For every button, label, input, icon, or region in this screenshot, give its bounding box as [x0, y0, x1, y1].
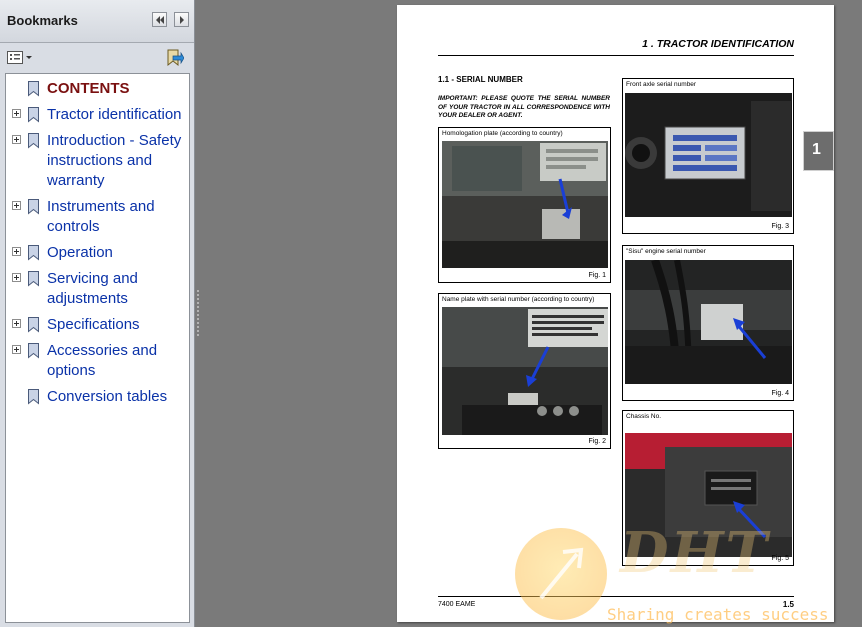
bookmarks-tree: CONTENTS Tractor identification Introduc… — [5, 73, 190, 623]
bookmark-icon — [27, 270, 40, 287]
figure-caption: "Sisu" engine serial number — [626, 248, 706, 255]
figure-number: Fig. 4 — [771, 390, 789, 397]
bookmark-item-accessories[interactable]: Accessories and options — [6, 340, 189, 382]
bookmarks-panel-title: Bookmarks — [7, 13, 78, 28]
expand-toggle-icon[interactable] — [12, 247, 21, 256]
name-plate-photo — [442, 307, 608, 435]
bookmark-label: Conversion tables — [47, 388, 168, 405]
splitter-grip[interactable] — [197, 290, 199, 336]
expand-current-bookmark-button[interactable] — [164, 48, 185, 68]
find-bookmark-icon — [167, 49, 185, 67]
section-divider — [438, 55, 794, 56]
bookmark-icon — [27, 80, 40, 97]
expand-toggle-icon[interactable] — [12, 109, 21, 118]
bookmark-label: Instruments and controls — [47, 198, 155, 235]
figure-number: Fig. 3 — [771, 223, 789, 230]
bookmark-label: Accessories and options — [47, 342, 158, 379]
bookmarks-toolbar — [0, 43, 194, 73]
bookmark-label: Introduction - Safety instructions and w… — [47, 132, 182, 189]
bookmarks-panel: Bookmarks CONTENTS Tractor identificatio… — [0, 0, 195, 627]
bookmark-label: Servicing and adjustments — [47, 270, 138, 307]
bookmark-icon — [27, 316, 40, 333]
section-title: 1 . TRACTOR IDENTIFICATION — [642, 38, 794, 50]
bookmark-options-button[interactable] — [6, 50, 34, 66]
figure-caption: Front axle serial number — [626, 81, 697, 88]
bookmark-icon — [27, 198, 40, 215]
bookmark-item-tractor-identification[interactable]: Tractor identification — [6, 104, 189, 126]
chapter-tab: 1 — [803, 131, 834, 171]
arrow-icon — [539, 547, 584, 600]
important-notice: IMPORTANT: PLEASE QUOTE THE SERIAL NUMBE… — [438, 95, 610, 119]
bookmark-icon — [27, 132, 40, 149]
serial-number-heading: 1.1 - SERIAL NUMBER — [438, 75, 523, 84]
expand-toggle-icon[interactable] — [12, 135, 21, 144]
bookmark-label: CONTENTS — [47, 80, 130, 97]
bookmark-item-operation[interactable]: Operation — [6, 242, 189, 264]
footer-divider — [438, 596, 794, 597]
expand-toggle-icon[interactable] — [12, 273, 21, 282]
bookmark-label: Specifications — [47, 316, 140, 333]
bookmark-icon — [27, 244, 40, 261]
expand-toggle-icon[interactable] — [12, 201, 21, 210]
bookmark-item-specifications[interactable]: Specifications — [6, 314, 189, 336]
figure-front-axle: Front axle serial number Fig. 3 — [622, 78, 794, 234]
bookmark-icon — [27, 388, 40, 405]
bookmark-item-conversion-tables[interactable]: Conversion tables — [6, 386, 189, 408]
chapter-number: 1 — [812, 141, 821, 158]
expand-toggle-icon[interactable] — [12, 319, 21, 328]
bookmarks-panel-header: Bookmarks — [0, 0, 194, 43]
figure-homologation-plate: Homologation plate (according to country… — [438, 127, 611, 283]
homologation-plate-photo — [442, 141, 608, 268]
bookmark-item-contents[interactable]: CONTENTS — [6, 78, 189, 100]
triangle-right-icon — [180, 16, 184, 24]
collapse-panel-button[interactable] — [152, 12, 167, 27]
bookmark-icon — [27, 106, 40, 123]
figure-name-plate: Name plate with serial number (according… — [438, 293, 611, 449]
engine-serial-photo — [625, 260, 792, 384]
figure-caption: Name plate with serial number (according… — [442, 296, 595, 303]
figure-caption: Homologation plate (according to country… — [442, 130, 563, 137]
bookmark-label: Tractor identification — [47, 106, 182, 123]
bookmark-item-servicing[interactable]: Servicing and adjustments — [6, 268, 189, 310]
figure-engine-serial: "Sisu" engine serial number Fig. 4 — [622, 245, 794, 401]
watermark-letters: DHT — [620, 520, 770, 586]
bookmark-item-introduction[interactable]: Introduction - Safety instructions and w… — [6, 130, 189, 192]
expand-toggle-icon[interactable] — [12, 345, 21, 354]
figure-number: Fig. 5 — [771, 555, 789, 562]
options-list-icon — [7, 51, 32, 64]
panel-menu-arrow-button[interactable] — [174, 12, 189, 27]
bookmark-label: Operation — [47, 244, 113, 261]
watermark-logo — [515, 528, 607, 620]
bookmark-icon — [27, 342, 40, 359]
figure-number: Fig. 1 — [588, 272, 606, 279]
watermark-slogan: Sharing creates success — [607, 605, 829, 624]
figure-caption: Chassis No. — [626, 413, 662, 420]
front-axle-photo — [625, 93, 792, 217]
bookmark-item-instruments[interactable]: Instruments and controls — [6, 196, 189, 238]
figure-number: Fig. 2 — [588, 438, 606, 445]
double-chevron-left-icon — [156, 16, 164, 24]
footer-model: 7400 EAME — [438, 601, 476, 608]
